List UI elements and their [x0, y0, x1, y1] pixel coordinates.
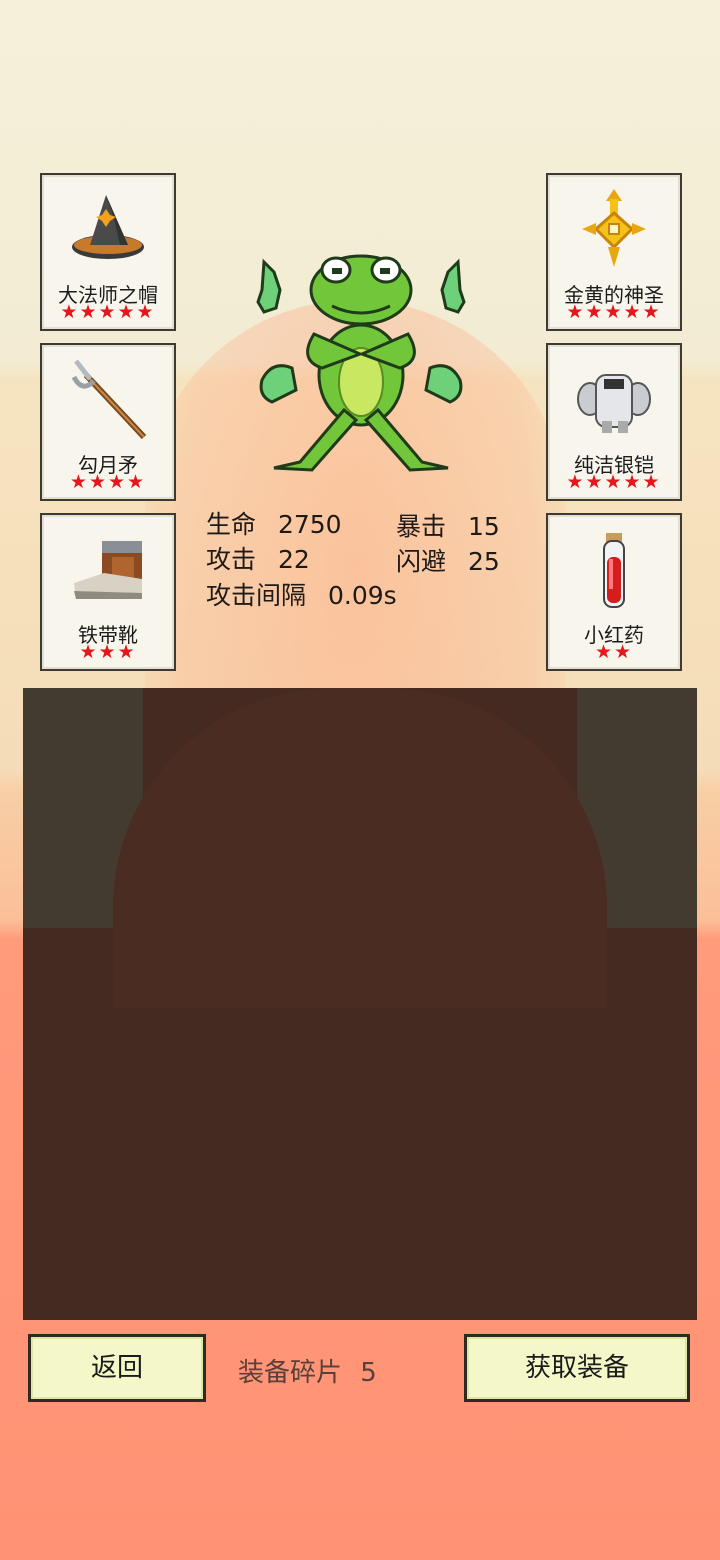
equip-slot-boots[interactable]: 铁带靴 ★★★: [40, 513, 176, 671]
iron-boots-icon: [68, 529, 148, 609]
shards-count: 5: [360, 1358, 377, 1388]
stat-attack-label: 攻击: [206, 545, 257, 574]
equip-slot-holy[interactable]: 金黄的神圣 ★★★★★: [546, 173, 682, 331]
shards-label: 装备碎片: [238, 1358, 343, 1388]
wizard-hat-icon: [68, 189, 148, 269]
equip-slot-hat[interactable]: 大法师之帽 ★★★★★: [40, 173, 176, 331]
stat-crit: 暴击 15: [396, 507, 500, 543]
equip-slot-spear[interactable]: 勾月矛 ★★★★: [40, 343, 176, 501]
red-potion-icon: [574, 529, 654, 609]
back-button[interactable]: 返回: [28, 1334, 206, 1402]
silver-armor-icon: [574, 359, 654, 439]
frog-character: [252, 250, 472, 475]
stat-dodge-value: 25: [467, 547, 500, 576]
get-equipment-button[interactable]: 获取装备: [464, 1334, 690, 1402]
stat-crit-value: 15: [467, 512, 500, 541]
star-rating: ★★: [594, 641, 634, 663]
stat-hp-value: 2750: [277, 510, 342, 539]
stat-interval-value: 0.09s: [327, 581, 397, 610]
stat-interval-label: 攻击间隔: [206, 581, 307, 610]
star-rating: ★★★★★: [566, 301, 662, 323]
golden-holy-cross-icon: [574, 189, 654, 269]
stat-attack-value: 22: [277, 545, 310, 574]
stat-dodge: 闪避 25: [396, 542, 500, 578]
stat-interval: 攻击间隔 0.09s: [206, 576, 397, 612]
stat-dodge-label: 闪避: [396, 547, 447, 576]
stat-hp-label: 生命: [206, 510, 257, 539]
star-rating: ★★★★★: [60, 301, 156, 323]
equip-slot-armor[interactable]: 纯洁银铠 ★★★★★: [546, 343, 682, 501]
star-rating: ★★★★: [69, 471, 147, 493]
crescent-spear-icon: [68, 359, 148, 439]
star-rating: ★★★★★: [566, 471, 662, 493]
equip-slot-potion[interactable]: 小红药 ★★: [546, 513, 682, 671]
inventory-panel: [23, 688, 697, 1320]
equipment-shards: 装备碎片 5: [238, 1352, 377, 1389]
stat-crit-label: 暴击: [396, 512, 447, 541]
stat-attack: 攻击 22: [206, 540, 310, 576]
stat-hp: 生命 2750: [206, 505, 342, 541]
star-rating: ★★★: [79, 641, 137, 663]
